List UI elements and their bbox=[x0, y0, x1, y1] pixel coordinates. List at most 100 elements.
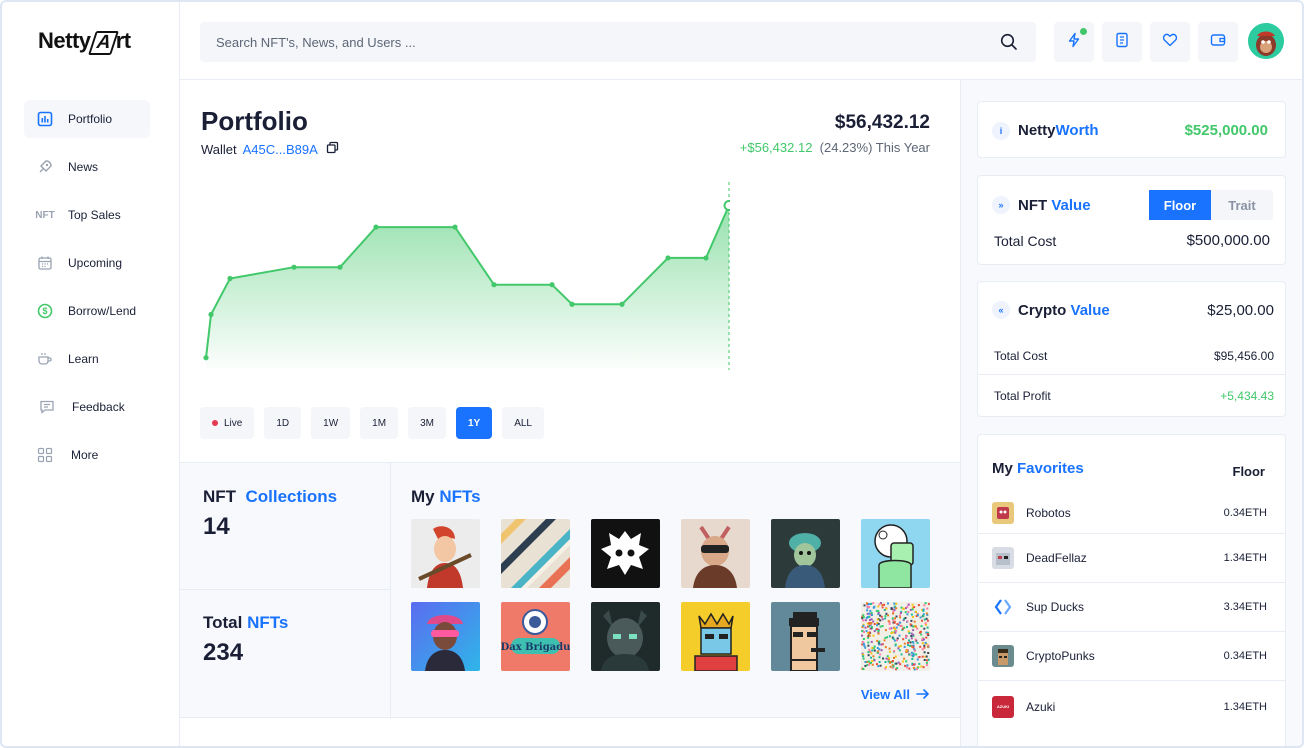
favorite-row[interactable]: Sup Ducks 3.34ETH bbox=[978, 582, 1285, 631]
stat-label-text: Total bbox=[203, 613, 243, 632]
noise-dot bbox=[862, 638, 865, 640]
nft-thumbnail[interactable]: Dax Brigadu bbox=[501, 602, 570, 671]
sidebar-item-top-sales[interactable]: NFT Top Sales bbox=[24, 196, 150, 234]
favorite-row[interactable]: DeadFellaz 1.34ETH bbox=[978, 533, 1285, 582]
chart-data-point[interactable] bbox=[208, 311, 214, 318]
sidebar-item-feedback[interactable]: Feedback bbox=[24, 388, 150, 426]
range-3m[interactable]: 3M bbox=[408, 407, 446, 439]
nft-thumbnail[interactable] bbox=[501, 519, 570, 588]
range-live[interactable]: Live bbox=[200, 407, 255, 439]
stat-label-accent: NFTs bbox=[247, 613, 289, 632]
nft-thumbnail[interactable] bbox=[771, 519, 840, 588]
sidebar-item-news[interactable]: News bbox=[24, 148, 150, 186]
nft-thumbnail[interactable] bbox=[411, 602, 480, 671]
chart-data-point[interactable] bbox=[203, 355, 209, 361]
search-bar bbox=[200, 22, 1036, 62]
noise-dot bbox=[908, 667, 911, 670]
range-1y[interactable]: 1Y bbox=[455, 407, 493, 439]
noise-dot bbox=[876, 628, 878, 631]
sidebar-item-upcoming[interactable]: Upcoming bbox=[24, 244, 150, 282]
floor-toggle-button[interactable]: Floor bbox=[1149, 190, 1211, 220]
portfolio-change: +$56,432.12 (24.23%) This Year bbox=[740, 140, 930, 155]
nft-thumbnail[interactable] bbox=[861, 519, 930, 588]
chart-data-point[interactable] bbox=[569, 301, 575, 307]
nft-badge-text: Dax Brigadu bbox=[501, 642, 570, 653]
range-1d[interactable]: 1D bbox=[264, 407, 302, 439]
stat-label-accent: Collections bbox=[245, 487, 338, 506]
change-percent: (24.23%) This Year bbox=[819, 140, 930, 155]
sidebar-item-more[interactable]: More bbox=[24, 436, 150, 474]
netty-worth-value: $525,000.00 bbox=[1184, 122, 1268, 139]
noise-dot bbox=[891, 617, 894, 620]
chart-data-point[interactable] bbox=[291, 264, 297, 270]
chart-data-point[interactable] bbox=[703, 255, 709, 261]
avatar[interactable] bbox=[1248, 23, 1284, 59]
copy-icon[interactable] bbox=[326, 141, 339, 157]
logo[interactable]: Netty Art bbox=[38, 28, 131, 55]
noise-dot bbox=[879, 614, 882, 617]
noise-dot bbox=[927, 645, 929, 648]
noise-dot bbox=[865, 616, 868, 619]
noise-dot bbox=[889, 665, 892, 668]
noise-dot bbox=[895, 626, 898, 629]
nft-thumbnail[interactable] bbox=[771, 602, 840, 671]
activity-button[interactable] bbox=[1054, 22, 1094, 62]
card-title: « Crypto Value bbox=[992, 301, 1110, 319]
info-icon[interactable]: i bbox=[992, 121, 1010, 140]
chevron-double-down-icon[interactable]: » bbox=[992, 196, 1010, 214]
chart-data-point[interactable] bbox=[549, 282, 555, 288]
noise-dot bbox=[925, 617, 928, 620]
noise-dot bbox=[892, 631, 895, 634]
search-icon[interactable] bbox=[1000, 33, 1018, 56]
noise-dot bbox=[871, 626, 873, 629]
noise-dot bbox=[868, 603, 870, 606]
noise-dot bbox=[891, 660, 894, 662]
range-1m[interactable]: 1M bbox=[360, 407, 399, 439]
noise-dot bbox=[906, 606, 909, 608]
noise-dot bbox=[894, 617, 896, 620]
trait-toggle-button[interactable]: Trait bbox=[1211, 190, 1273, 220]
search-input[interactable] bbox=[216, 34, 976, 50]
chart-data-point[interactable] bbox=[373, 224, 379, 230]
nft-thumbnail[interactable] bbox=[681, 519, 750, 588]
noise-dot bbox=[861, 641, 864, 643]
noise-dot bbox=[926, 619, 929, 622]
nft-thumbnail[interactable] bbox=[861, 602, 930, 671]
favorite-price: 3.34ETH bbox=[1223, 601, 1267, 613]
chart-data-point[interactable] bbox=[491, 282, 497, 288]
range-1w[interactable]: 1W bbox=[311, 407, 351, 439]
favorite-row[interactable]: CryptoPunks 0.34ETH bbox=[978, 631, 1285, 680]
noise-dot bbox=[882, 657, 885, 660]
noise-dot bbox=[902, 607, 905, 610]
view-all-link[interactable]: View All bbox=[861, 687, 930, 702]
range-all[interactable]: ALL bbox=[502, 407, 544, 439]
noise-dot bbox=[871, 663, 874, 666]
favorites-button[interactable] bbox=[1150, 22, 1190, 62]
nft-thumbnail[interactable] bbox=[411, 519, 480, 588]
notes-button[interactable] bbox=[1102, 22, 1142, 62]
noise-dot bbox=[925, 612, 928, 615]
sidebar-item-portfolio[interactable]: Portfolio bbox=[24, 100, 150, 138]
sidebar-item-learn[interactable]: Learn bbox=[24, 340, 150, 378]
wallet-button[interactable] bbox=[1198, 22, 1238, 62]
chart-data-point[interactable] bbox=[337, 264, 343, 270]
chart-data-point[interactable] bbox=[665, 255, 671, 261]
chart-data-point[interactable] bbox=[227, 275, 233, 282]
favorite-row[interactable]: AZUKI Azuki 1.34ETH bbox=[978, 680, 1285, 732]
rocket-icon bbox=[36, 158, 54, 176]
nft-thumbnail[interactable] bbox=[681, 602, 750, 671]
chart-data-point[interactable] bbox=[619, 301, 625, 307]
wallet-address[interactable]: A45C...B89A bbox=[243, 142, 318, 157]
chart-data-point[interactable] bbox=[452, 224, 458, 230]
nft-thumbnail[interactable] bbox=[591, 602, 660, 671]
favorite-row[interactable]: Robotos 0.34ETH bbox=[978, 493, 1285, 533]
noise-dot bbox=[880, 649, 883, 652]
sidebar-item-borrow-lend[interactable]: $ Borrow/Lend bbox=[24, 292, 150, 330]
chart-current-point[interactable] bbox=[723, 199, 731, 211]
chevron-double-up-icon[interactable]: « bbox=[992, 301, 1010, 319]
portfolio-chart[interactable] bbox=[200, 180, 730, 375]
noise-dot bbox=[870, 602, 872, 605]
noise-dot bbox=[872, 620, 875, 623]
wallet-icon bbox=[1210, 32, 1226, 53]
nft-thumbnail[interactable] bbox=[591, 519, 660, 588]
